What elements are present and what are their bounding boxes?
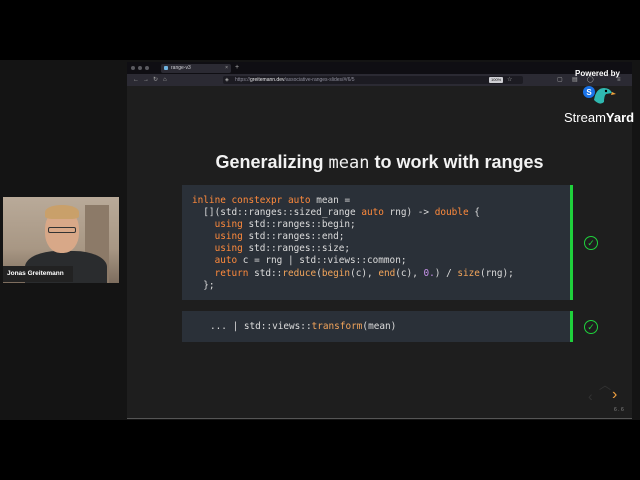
streamyard-logo: S xyxy=(583,86,616,104)
powered-by-label: Powered by xyxy=(575,69,620,78)
zoom-level-badge[interactable]: 100% xyxy=(489,77,504,83)
extension-icon[interactable]: ▢ xyxy=(557,75,563,85)
title-code: mean xyxy=(328,153,370,173)
url-text[interactable]: https://greitemann.dev/associative-range… xyxy=(235,76,355,84)
home-icon[interactable]: ⌂ xyxy=(163,75,167,85)
code-line: inline constexpr auto mean = xyxy=(192,195,351,206)
tab-title: range-v3 xyxy=(171,65,191,71)
code-block-transform: ... | std::views::transform(mean) xyxy=(182,311,573,342)
svg-text:S: S xyxy=(586,88,592,97)
url-prefix: https:// xyxy=(235,77,251,83)
brand-left: Stream xyxy=(564,110,606,125)
favicon-icon xyxy=(164,66,168,70)
code-line: using std::ranges::end; xyxy=(214,231,345,243)
code-line: auto c = rng | std::views::common; xyxy=(214,255,407,267)
presenter-name-tag: Jonas Greitemann xyxy=(3,266,73,282)
check-circle-icon: ✓ xyxy=(584,236,598,250)
check-circle-icon: ✓ xyxy=(584,320,598,334)
slide-title: Generalizing mean to work with ranges xyxy=(127,152,632,173)
title-text-before: Generalizing xyxy=(215,152,329,172)
tab-range-v3[interactable]: range-v3 × xyxy=(161,64,231,73)
divider xyxy=(127,418,632,419)
chevron-left-icon[interactable]: ‹ xyxy=(588,388,593,404)
window-controls[interactable] xyxy=(131,66,149,70)
tab-bar: range-v3 × + xyxy=(127,62,632,74)
code-line: using std::ranges::begin; xyxy=(214,219,356,231)
navigation-bar: ← → ↻ ⌂ ◈ https://greitemann.dev/associa… xyxy=(127,74,632,86)
slide-number: 6 . 6 xyxy=(614,407,624,413)
bookmark-icon[interactable]: ☆ xyxy=(507,75,512,85)
url-host: greitemann.dev xyxy=(250,77,285,83)
code-listing-1: inline constexpr auto mean = [](std::ran… xyxy=(192,195,514,292)
presenter-glasses xyxy=(48,227,76,233)
url-path: /associative-ranges-slides/#/6/5 xyxy=(284,77,355,83)
chevron-up-icon[interactable]: ︿ xyxy=(599,376,611,393)
browser-window: range-v3 × + ← → ↻ ⌂ ◈ https://greiteman… xyxy=(127,62,632,419)
title-text-after: to work with ranges xyxy=(369,152,544,172)
code-line: return std::reduce(begin(c), end(c), 0.)… xyxy=(214,267,514,279)
maximize-window-icon[interactable] xyxy=(145,66,149,70)
streamyard-wordmark: StreamYard xyxy=(564,110,634,125)
code-block-mean-definition: inline constexpr auto mean = [](std::ran… xyxy=(182,185,573,300)
close-window-icon[interactable] xyxy=(131,66,135,70)
address-bar[interactable]: ◈ https://greitemann.dev/associative-ran… xyxy=(223,76,523,84)
code-line: }; xyxy=(192,279,215,291)
new-tab-button[interactable]: + xyxy=(235,63,239,73)
code-line: using std::ranges::size; xyxy=(214,243,351,255)
forward-icon[interactable]: → xyxy=(143,75,149,85)
presenter-hair xyxy=(45,205,79,219)
tab-close-icon[interactable]: × xyxy=(225,64,228,73)
shield-icon[interactable]: ◈ xyxy=(225,75,229,85)
code-listing-2: ... | std::views::transform(mean) xyxy=(210,321,397,332)
code-line: [](std::ranges::sized_range auto rng) ->… xyxy=(192,207,480,219)
brand-right: Yard xyxy=(605,110,635,125)
slide-viewport: Generalizing mean to work with ranges in… xyxy=(127,86,632,419)
minimize-window-icon[interactable] xyxy=(138,66,142,70)
chevron-right-icon[interactable]: › xyxy=(612,386,617,404)
back-icon[interactable]: ← xyxy=(133,75,139,85)
reload-icon[interactable]: ↻ xyxy=(153,75,158,85)
